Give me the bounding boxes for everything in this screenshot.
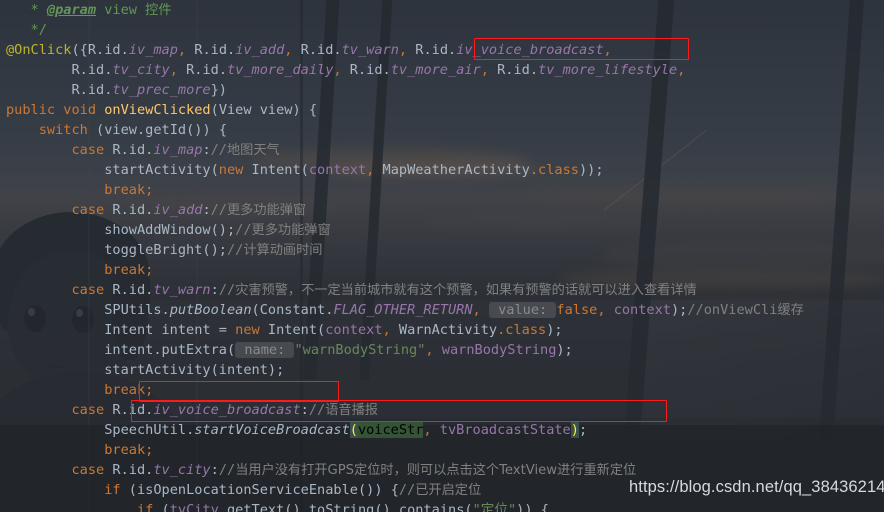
code-line-onclick-annotation[interactable]: @OnClick({R.id.iv_map, R.id.iv_add, R.id…: [0, 40, 612, 60]
code-line-break-4[interactable]: break;: [0, 440, 153, 460]
code-line-sputils-putboolean[interactable]: SPUtils.putBoolean(Constant.FLAG_OTHER_R…: [0, 300, 804, 320]
code-line-break-1[interactable]: break;: [0, 180, 153, 200]
code-line-javadoc-param[interactable]: * @param view 控件: [0, 0, 172, 20]
code-line-toggle-bright[interactable]: toggleBright();//计算动画时间: [0, 240, 322, 260]
code-line-onclick-ids-2[interactable]: R.id.tv_city, R.id.tv_more_daily, R.id.t…: [0, 60, 685, 80]
code-line-case-iv-add[interactable]: case R.id.iv_add://更多功能弹窗: [0, 200, 306, 220]
code-line-case-tv-warn[interactable]: case R.id.tv_warn://灾害预警，不一定当前城市就有这个预警，如…: [0, 280, 696, 300]
csdn-blog-watermark: https://blog.csdn.net/qq_38436214: [629, 478, 884, 496]
code-line-new-intent[interactable]: Intent intent = new Intent(context, Warn…: [0, 320, 562, 340]
code-line-break-3[interactable]: break;: [0, 380, 153, 400]
code-line-method-signature[interactable]: public void onViewClicked(View view) {: [0, 100, 317, 120]
code-line-break-2[interactable]: break;: [0, 260, 153, 280]
code-line-case-iv-map[interactable]: case R.id.iv_map://地图天气: [0, 140, 279, 160]
code-line-if-tvcity-contains[interactable]: if (tvCity.getText().toString().contains…: [0, 500, 549, 512]
code-text-area[interactable]: * @param view 控件 */ @OnClick({R.id.iv_ma…: [0, 0, 884, 512]
code-line-start-activity-intent[interactable]: startActivity(intent);: [0, 360, 284, 380]
code-line-case-tv-city[interactable]: case R.id.tv_city://当用户没有打开GPS定位时，则可以点击这…: [0, 460, 636, 480]
code-line-intent-putextra[interactable]: intent.putExtra( name: "warnBodyString",…: [0, 340, 573, 360]
code-line-start-map-activity[interactable]: startActivity(new Intent(context, MapWea…: [0, 160, 603, 180]
code-editor-screenshot: * @param view 控件 */ @OnClick({R.id.iv_ma…: [0, 0, 884, 512]
code-line-show-add-window[interactable]: showAddWindow();//更多功能弹窗: [0, 220, 330, 240]
code-line-if-location-enabled[interactable]: if (isOpenLocationServiceEnable()) {//已开…: [0, 480, 481, 500]
code-line-case-iv-voice-broadcast[interactable]: case R.id.iv_voice_broadcast://语音播报: [0, 400, 377, 420]
code-line-speechutil-call[interactable]: SpeechUtil.startVoiceBroadcast(voiceStr,…: [0, 420, 587, 440]
code-line-onclick-ids-3[interactable]: R.id.tv_prec_more}): [0, 80, 227, 100]
code-line-switch[interactable]: switch (view.getId()) {: [0, 120, 227, 140]
code-line-javadoc-close[interactable]: */: [0, 20, 47, 40]
